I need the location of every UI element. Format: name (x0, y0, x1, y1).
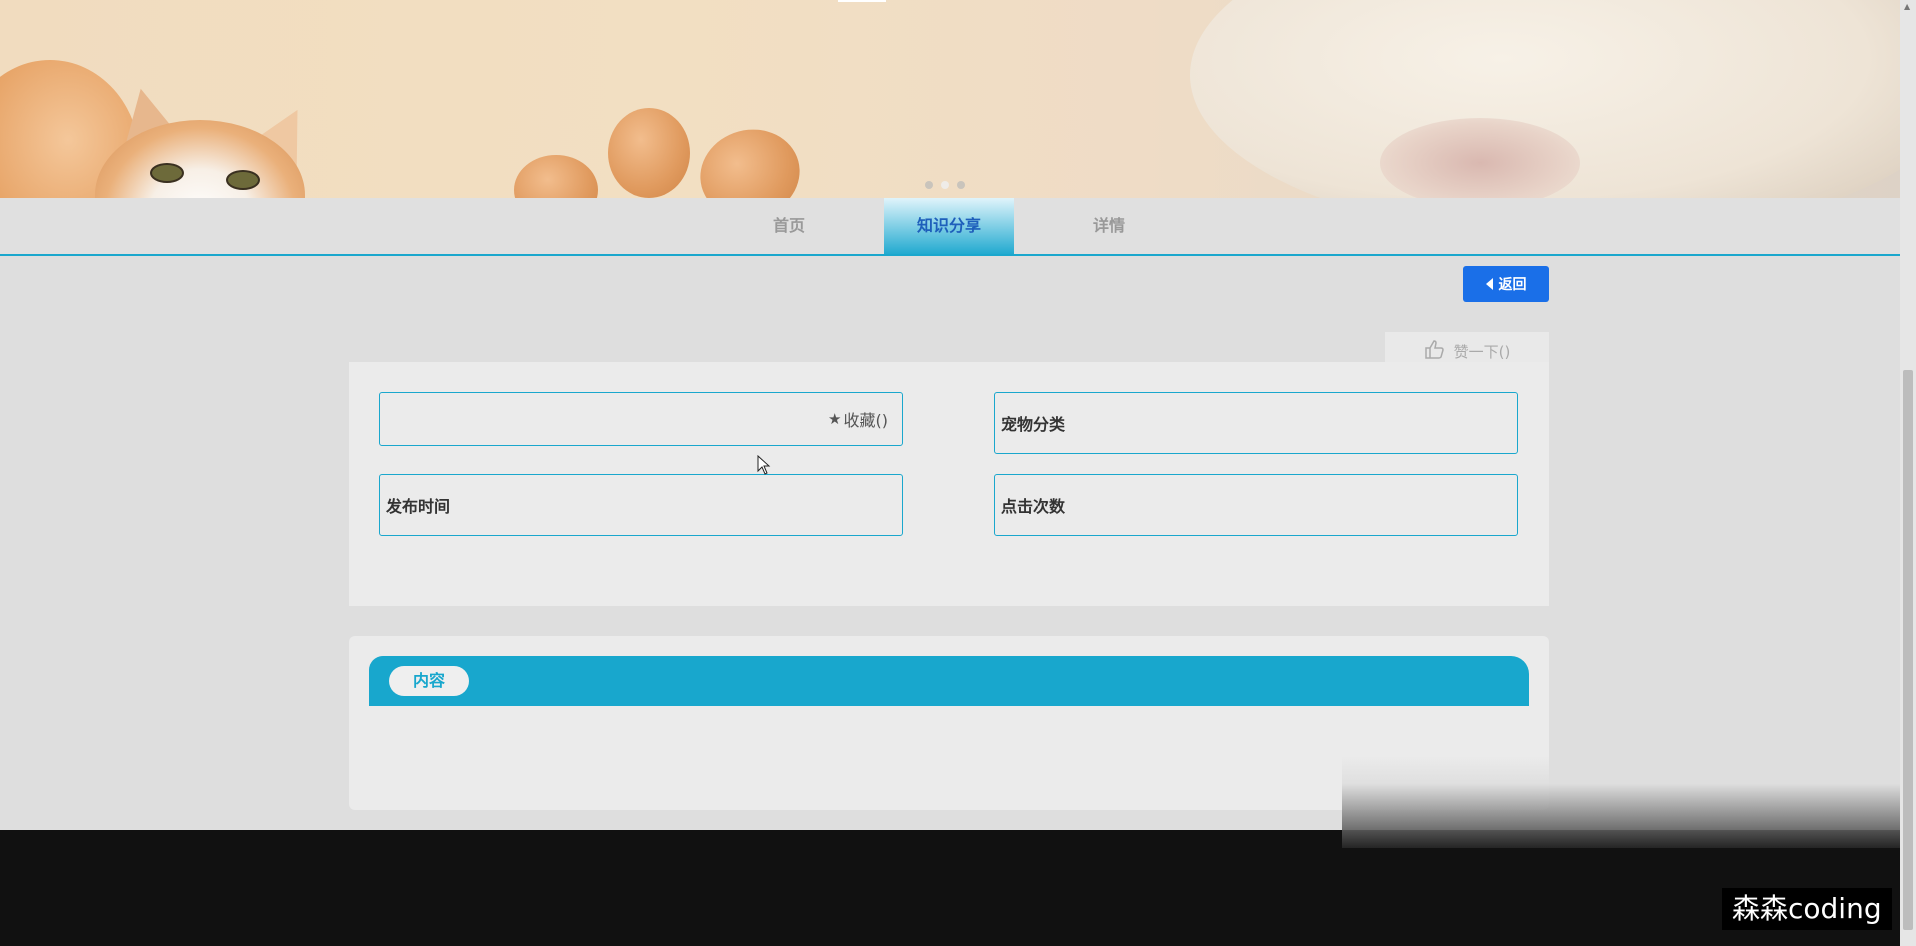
scroll-up-arrow-icon[interactable]: ▲ (1904, 2, 1910, 11)
caret-left-icon (1485, 278, 1493, 290)
back-button-label: 返回 (1498, 277, 1527, 293)
nav-item-home[interactable]: 首页 (724, 198, 854, 254)
mouse-cursor-icon (757, 455, 771, 475)
carousel-dot-3[interactable] (957, 181, 965, 189)
clicks-field: 点击次数 (994, 474, 1518, 536)
back-button[interactable]: 返回 (1463, 266, 1549, 302)
like-button[interactable]: 赞一下() (1385, 332, 1549, 362)
content-tab[interactable]: 内容 (389, 666, 469, 696)
banner-paw-print (514, 155, 598, 198)
banner-cat-eye (150, 163, 184, 183)
star-icon: ★ (828, 410, 842, 428)
banner-paw-print (608, 108, 690, 198)
category-field: 宠物分类 (994, 392, 1518, 454)
banner-paw-print (690, 118, 810, 198)
like-label: 赞一下() (1453, 343, 1511, 361)
banner-dog-paw (1380, 118, 1580, 198)
category-label: 宠物分类 (1001, 415, 1066, 434)
carousel-dot-2[interactable] (941, 181, 949, 189)
content-header: 内容 (369, 656, 1529, 706)
page-scrollbar[interactable]: ▲ (1900, 0, 1916, 946)
banner-cat-eye (226, 170, 260, 190)
banner-carousel (0, 0, 1900, 198)
nav-item-detail[interactable]: 详情 (1044, 198, 1174, 254)
detail-info-card: ★ 收藏() 宠物分类 发布时间 点击次数 (349, 362, 1549, 606)
carousel-indicators (925, 181, 965, 189)
favorite-field[interactable]: ★ 收藏() (379, 392, 903, 446)
nav-item-knowledge-share[interactable]: 知识分享 (884, 198, 1014, 254)
thumbs-up-icon (1424, 340, 1444, 359)
banner-top-marker (838, 0, 886, 2)
carousel-dot-1[interactable] (925, 181, 933, 189)
scrollbar-thumb[interactable] (1903, 370, 1913, 930)
publish-time-field: 发布时间 (379, 474, 903, 536)
publish-time-label: 发布时间 (386, 497, 451, 516)
blurred-overlay (1342, 756, 1900, 848)
clicks-label: 点击次数 (1001, 497, 1066, 516)
favorite-label: 收藏() (843, 411, 889, 430)
watermark: 森森coding (1722, 888, 1892, 930)
main-nav: 首页 知识分享 详情 (0, 198, 1900, 256)
